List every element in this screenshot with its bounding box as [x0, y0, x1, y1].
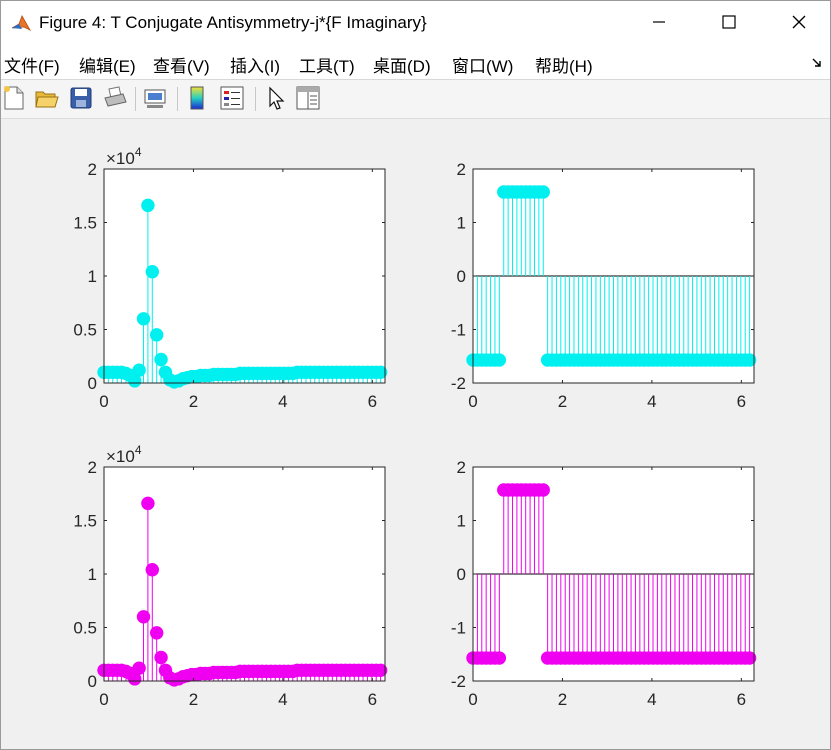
stem-marker	[145, 563, 159, 577]
y-exponent-power: 4	[135, 145, 142, 159]
y-tick-label: 0	[457, 565, 466, 584]
x-tick-label: 2	[189, 690, 198, 709]
x-tick-label: 0	[99, 392, 108, 411]
y-tick-label: 1.5	[73, 214, 97, 233]
axes-3: 0 2 4 6 0 0.5 1 1.5 2 ×104	[73, 443, 388, 709]
x-tick-label: 4	[647, 392, 656, 411]
toolbar-separator	[255, 87, 256, 111]
y-exponent-label: ×104	[106, 443, 142, 466]
menu-help[interactable]: 帮助(H)	[535, 52, 593, 77]
menu-window[interactable]: 窗口(W)	[452, 52, 513, 77]
x-tick-label: 4	[278, 392, 287, 411]
y-tick-label: 1	[457, 214, 466, 233]
x-tick-label: 4	[647, 690, 656, 709]
window-title: Figure 4: T Conjugate Antisymmetry-j*{F …	[39, 13, 427, 32]
x-tick-label: 0	[468, 392, 477, 411]
stem-marker	[492, 651, 507, 665]
stem-marker	[536, 483, 550, 497]
matlab-logo-icon	[10, 13, 32, 35]
menu-overflow-arrow-icon[interactable]	[810, 55, 824, 74]
maximize-button[interactable]	[694, 1, 764, 47]
stem-marker	[136, 610, 151, 624]
stem-marker	[149, 328, 164, 342]
stem-marker	[132, 661, 146, 675]
y-tick-label: 0	[88, 374, 97, 393]
x-tick-label: 6	[368, 392, 377, 411]
y-tick-label: 2	[88, 458, 97, 477]
stem-marker	[136, 312, 151, 326]
menu-bar: 文件(F) 编辑(E) 查看(V) 插入(I) 工具(T) 桌面(D) 窗口(W…	[1, 47, 830, 80]
x-tick-label: 6	[737, 392, 746, 411]
menu-insert[interactable]: 插入(I)	[230, 52, 280, 77]
insert-legend-icon[interactable]	[218, 84, 246, 112]
stem-marker	[145, 265, 159, 279]
save-icon[interactable]	[67, 84, 95, 112]
pointer-icon[interactable]	[262, 84, 290, 112]
menu-desktop[interactable]: 桌面(D)	[373, 52, 431, 77]
y-tick-label: 0.5	[73, 619, 97, 638]
stem-marker	[154, 650, 168, 665]
menu-view[interactable]: 查看(V)	[153, 52, 210, 77]
figure-canvas[interactable]: 0 2 4 6 0 0.5 1 1.5 2 ×104 0 2 4 6 -2 -1 0 1 2 0 2 4 6 0 0.5 1 1.5…	[1, 119, 830, 749]
print-icon[interactable]	[101, 84, 129, 112]
x-tick-label: 6	[737, 690, 746, 709]
link-plot-icon[interactable]	[141, 84, 169, 112]
y-exponent-label: ×104	[106, 145, 142, 168]
menu-tools[interactable]: 工具(T)	[299, 52, 355, 77]
stem-marker	[492, 353, 507, 367]
y-tick-label: 0.5	[73, 321, 97, 340]
title-bar[interactable]: Figure 4: T Conjugate Antisymmetry-j*{F …	[1, 1, 830, 47]
y-exponent-power: 4	[135, 443, 142, 457]
stem-marker	[149, 626, 164, 640]
x-tick-label: 4	[278, 690, 287, 709]
minimize-button[interactable]	[624, 1, 694, 47]
toolbar	[1, 80, 830, 119]
y-tick-label: -2	[451, 672, 466, 691]
toolbar-separator	[135, 87, 136, 111]
new-figure-icon[interactable]	[1, 84, 29, 112]
x-tick-label: 0	[99, 690, 108, 709]
open-file-icon[interactable]	[33, 84, 61, 112]
stem-marker	[141, 198, 155, 213]
close-button[interactable]	[764, 1, 830, 47]
insert-colorbar-icon[interactable]	[184, 84, 212, 112]
stem-marker	[141, 496, 155, 511]
y-tick-label: 1.5	[73, 512, 97, 531]
figure-window: Figure 4: T Conjugate Antisymmetry-j*{F …	[0, 0, 831, 750]
y-tick-label: -1	[451, 619, 466, 638]
x-tick-label: 6	[368, 690, 377, 709]
menu-edit[interactable]: 编辑(E)	[79, 52, 136, 77]
maximize-icon	[721, 14, 737, 34]
y-tick-label: 2	[457, 458, 466, 477]
y-tick-label: 1	[88, 565, 97, 584]
y-tick-label: 0	[88, 672, 97, 691]
axes-4: 0 2 4 6 -2 -1 0 1 2	[451, 458, 757, 709]
y-tick-label: 0	[457, 267, 466, 286]
y-tick-label: -2	[451, 374, 466, 393]
axes-2: 0 2 4 6 -2 -1 0 1 2	[451, 160, 757, 411]
y-tick-label: 2	[88, 160, 97, 179]
x-tick-label: 2	[558, 392, 567, 411]
x-tick-label: 0	[468, 690, 477, 709]
y-tick-label: 2	[457, 160, 466, 179]
axes-1: 0 2 4 6 0 0.5 1 1.5 2 ×104	[73, 145, 388, 411]
close-icon	[791, 14, 807, 34]
plots-svg: 0 2 4 6 0 0.5 1 1.5 2 ×104 0 2 4 6 -2 -1 0 1 2 0 2 4 6 0 0.5 1 1.5…	[73, 145, 757, 709]
stem-marker	[536, 185, 550, 199]
x-tick-label: 2	[189, 392, 198, 411]
stem-marker	[132, 363, 146, 377]
menu-file[interactable]: 文件(F)	[4, 52, 60, 77]
y-tick-label: 1	[457, 512, 466, 531]
toolbar-separator	[177, 87, 178, 111]
stem-marker	[154, 352, 168, 367]
x-tick-label: 2	[558, 690, 567, 709]
property-inspector-icon[interactable]	[294, 84, 322, 112]
y-tick-label: -1	[451, 321, 466, 340]
y-tick-label: 1	[88, 267, 97, 286]
minimize-icon	[651, 14, 667, 34]
